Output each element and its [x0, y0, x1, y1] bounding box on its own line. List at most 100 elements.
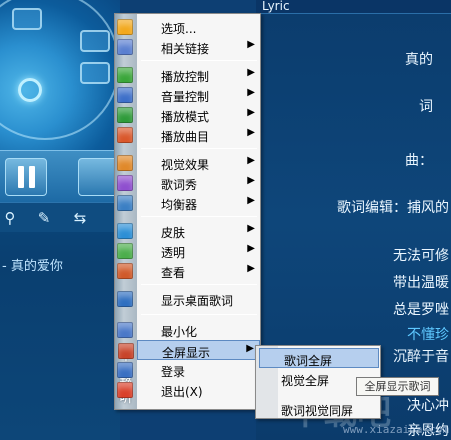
menu-separator — [141, 314, 257, 315]
lyric-line: 带出温暖 — [393, 275, 449, 291]
desktop-lyrics-icon — [117, 291, 133, 307]
menu-item-minimize[interactable]: 最小化 — [117, 320, 260, 340]
menu-item-label: 查看 — [161, 266, 186, 280]
menu-item-label: 退出(X) — [161, 385, 203, 399]
menu-item-volume[interactable]: 音量控制 ▶ — [117, 85, 260, 105]
menu-item-options[interactable]: 选项... — [117, 17, 260, 37]
fullscreen-icon — [118, 343, 134, 359]
menu-separator — [141, 284, 257, 285]
menu-item-label: 播放曲目 — [161, 130, 210, 144]
submenu-arrow-icon: ▶ — [247, 223, 255, 234]
menu-separator — [141, 216, 257, 217]
menu-item-play-control[interactable]: 播放控制 ▶ — [117, 65, 260, 85]
menu-item-label: 视觉效果 — [161, 158, 210, 172]
submenu-item-label: 歌词视觉同屏 — [281, 404, 354, 418]
menu-item-label: 选项... — [161, 22, 197, 36]
submenu-arrow-icon: ▶ — [247, 127, 255, 138]
player-main-panel: ⚲ ✎ ⇆ - 真的爱你 — [0, 0, 120, 440]
menu-item-label: 显示桌面歌词 — [161, 294, 234, 308]
menu-item-fullscreen[interactable]: 全屏显示 ▶ — [118, 340, 260, 360]
menu-item-transparency[interactable]: 透明 ▶ — [117, 241, 260, 261]
submenu-arrow-icon: ▶ — [247, 263, 255, 274]
login-icon — [117, 362, 133, 378]
menu-separator — [141, 60, 257, 61]
view-icon — [117, 263, 133, 279]
song-title: - 真的爱你 — [2, 259, 63, 274]
spectrum-button[interactable] — [80, 62, 110, 84]
menu-item-label: 播放控制 — [161, 70, 210, 84]
submenu-item-lyric-visual-split[interactable]: 歌词视觉同屏 — [259, 399, 379, 419]
menu-item-skin[interactable]: 皮肤 ▶ — [117, 221, 260, 241]
menu-item-play-mode[interactable]: 播放模式 ▶ — [117, 105, 260, 125]
submenu-arrow-icon: ▶ — [247, 175, 255, 186]
menu-item-label: 播放模式 — [161, 110, 210, 124]
submenu-arrow-icon: ▶ — [247, 243, 255, 254]
submenu-item-lyric-fullscreen[interactable]: 歌词全屏 — [259, 348, 379, 368]
menu-item-label: 相关链接 — [161, 42, 210, 56]
lyric-line: 歌词编辑：捕风的 — [337, 200, 449, 216]
transparency-icon — [117, 243, 133, 259]
pause-icon — [28, 166, 35, 188]
lyric-line: 词 — [419, 99, 433, 115]
pause-icon — [17, 166, 24, 188]
menu-item-label: 皮肤 — [161, 226, 186, 240]
lyric-line: 曲： — [405, 153, 433, 169]
skin-icon — [117, 223, 133, 239]
submenu-item-label: 歌词全屏 — [284, 354, 333, 368]
menu-item-link[interactable]: 相关链接 ▶ — [117, 37, 260, 57]
submenu-arrow-icon: ▶ — [247, 67, 255, 78]
spectrum-button[interactable] — [12, 8, 42, 30]
tooltip: 全屏显示歌词 — [356, 377, 439, 396]
watermark: www.xiazaiba.com — [343, 423, 449, 436]
link-icon — [117, 39, 133, 55]
menu-item-playlist[interactable]: 播放曲目 ▶ — [117, 125, 260, 145]
playlist-icon — [117, 127, 133, 143]
tool-bar: ⚲ ✎ ⇆ — [0, 202, 120, 232]
submenu-arrow-icon: ▶ — [247, 39, 255, 50]
lyric-line: 沉醉于音 — [393, 349, 449, 365]
menu-item-exit[interactable]: 退出(X) — [117, 380, 260, 400]
menu-item-label: 均衡器 — [161, 198, 198, 212]
submenu-arrow-icon: ▶ — [247, 155, 255, 166]
menu-item-label: 歌词秀 — [161, 178, 198, 192]
play-mode-icon — [117, 107, 133, 123]
submenu-item-label: 视觉全屏 — [281, 374, 330, 388]
menu-item-login[interactable]: 登录 — [117, 360, 260, 380]
edit-icon[interactable]: ✎ — [34, 209, 54, 227]
menu-item-lyrics-show[interactable]: 歌词秀 ▶ — [117, 173, 260, 193]
lyric-line: 决心冲 — [407, 398, 449, 414]
visual-effect-icon — [117, 155, 133, 171]
equalizer-icon — [117, 195, 133, 211]
pause-button[interactable] — [5, 158, 47, 196]
submenu-arrow-icon: ▶ — [247, 195, 255, 206]
menu-item-label: 最小化 — [161, 325, 198, 339]
lyric-line: 不懂珍 — [407, 327, 449, 343]
submenu-arrow-icon: ▶ — [246, 343, 254, 354]
minimize-icon — [117, 322, 133, 338]
visualizer-panel — [0, 0, 120, 150]
submenu-arrow-icon: ▶ — [247, 87, 255, 98]
search-icon[interactable]: ⚲ — [0, 209, 20, 227]
exit-icon — [117, 382, 133, 398]
lyric-line: 真的 — [405, 52, 433, 68]
submenu-arrow-icon: ▶ — [247, 107, 255, 118]
menu-item-visual-effect[interactable]: 视觉效果 ▶ — [117, 153, 260, 173]
next-button[interactable] — [78, 158, 118, 196]
menu-item-equalizer[interactable]: 均衡器 ▶ — [117, 193, 260, 213]
menu-item-label: 透明 — [161, 246, 186, 260]
menu-separator — [141, 148, 257, 149]
spectrum-button[interactable] — [80, 30, 110, 52]
menu-item-label: 登录 — [161, 365, 186, 379]
context-menu: 千千静听 选项...相关链接▶播放控制▶音量控制▶播放模式▶播放曲目▶视觉效果▶… — [114, 13, 261, 410]
lyric-window-title: Lyric — [256, 0, 451, 14]
swap-icon[interactable]: ⇆ — [70, 209, 90, 227]
lyrics-show-icon — [117, 175, 133, 191]
record-icon[interactable] — [18, 78, 42, 102]
lyric-line: 无法可修 — [393, 248, 449, 264]
menu-item-view[interactable]: 查看 ▶ — [117, 261, 260, 281]
menu-item-label: 全屏显示 — [162, 346, 211, 360]
options-icon — [117, 19, 133, 35]
lyric-line: 总是罗唑 — [393, 302, 449, 318]
play-control-icon — [117, 67, 133, 83]
menu-item-desktop-lyrics[interactable]: 显示桌面歌词 — [117, 289, 260, 309]
